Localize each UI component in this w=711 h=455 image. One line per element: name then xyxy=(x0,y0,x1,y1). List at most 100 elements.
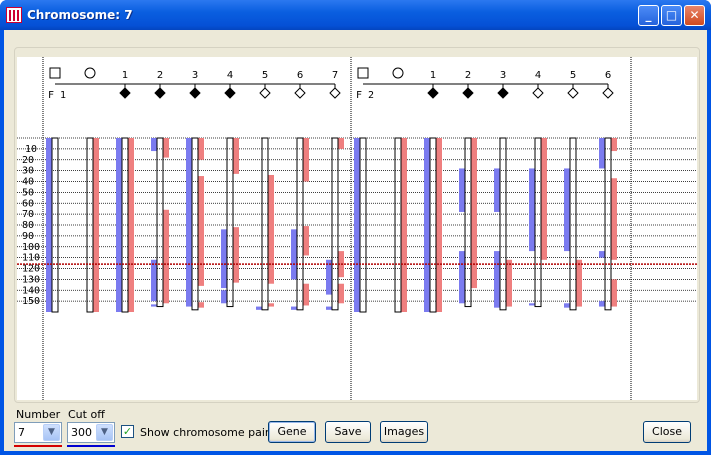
y-tick-label: 80 xyxy=(22,220,34,231)
chromosome-outline xyxy=(331,137,339,311)
affected-diamond-icon xyxy=(119,87,131,99)
member-label: 4 xyxy=(535,70,541,81)
member-label: 1 xyxy=(430,70,436,81)
paternal-segment xyxy=(436,138,442,312)
y-tick-label: 100 xyxy=(22,242,40,253)
paternal-segment xyxy=(233,227,239,283)
y-tick-label: 70 xyxy=(22,209,34,220)
cutoff-label: Cut off xyxy=(68,408,105,421)
male-square-icon xyxy=(357,67,369,79)
maternal-segment xyxy=(291,229,297,280)
unaffected-diamond-icon xyxy=(259,87,271,99)
paternal-segment xyxy=(198,146,204,160)
maternal-segment xyxy=(564,303,570,308)
show-pairs-checkbox[interactable]: ✓ xyxy=(121,425,134,438)
member-label: 2 xyxy=(157,70,163,81)
maternal-segment xyxy=(354,138,360,312)
unaffected-diamond-icon xyxy=(602,87,614,99)
maternal-segment xyxy=(151,138,157,152)
affected-diamond-icon xyxy=(189,87,201,99)
paternal-segment xyxy=(198,302,204,308)
client-area: 10 20 30 40 50 60 70 80 90 100 110 120 130 140 150 F 1 1… xyxy=(4,30,707,451)
maternal-segment xyxy=(221,290,227,304)
member-label: 3 xyxy=(500,70,506,81)
maternal-segment xyxy=(459,168,465,212)
chromosome-outline xyxy=(499,137,507,311)
paternal-segment xyxy=(611,178,617,260)
y-tick-label: 50 xyxy=(22,187,34,198)
unaffected-diamond-icon xyxy=(567,87,579,99)
chevron-down-icon[interactable]: ▼ xyxy=(96,424,113,441)
paternal-segment xyxy=(163,138,169,158)
member-label: 2 xyxy=(465,70,471,81)
maternal-segment xyxy=(326,259,332,295)
paternal-segment xyxy=(128,138,134,312)
chromosome-outline xyxy=(296,137,304,311)
male-square-icon xyxy=(49,67,61,79)
chromosome-outline xyxy=(156,137,164,308)
family-label: F 2 xyxy=(356,90,374,101)
y-tick-label: 60 xyxy=(22,198,34,209)
paternal-segment xyxy=(268,303,274,307)
member-label: 7 xyxy=(332,70,338,81)
chromosome-outline xyxy=(226,137,234,308)
save-button[interactable]: Save xyxy=(325,421,371,443)
chromosome-outline xyxy=(534,137,542,308)
number-label: Number xyxy=(16,408,61,421)
paternal-segment xyxy=(506,259,512,307)
images-button[interactable]: Images xyxy=(380,421,428,443)
affected-diamond-icon xyxy=(427,87,439,99)
number-value: 7 xyxy=(18,426,25,439)
paternal-segment xyxy=(93,138,99,312)
minimize-button[interactable]: _ xyxy=(638,5,659,26)
number-underline xyxy=(14,445,62,447)
paternal-segment xyxy=(471,138,477,289)
paternal-segment xyxy=(338,138,344,149)
y-tick-label: 30 xyxy=(22,166,34,177)
cutoff-value: 300 xyxy=(71,426,92,439)
maternal-segment xyxy=(46,138,52,312)
chromosome-outline xyxy=(569,137,577,311)
title-bar[interactable]: Chromosome: 7 _ □ ✕ xyxy=(0,0,711,30)
maternal-segment xyxy=(529,168,535,252)
chevron-down-icon[interactable]: ▼ xyxy=(43,424,60,441)
member-label: 6 xyxy=(297,70,303,81)
cutoff-select[interactable]: 300 ▼ xyxy=(67,422,115,443)
number-select[interactable]: 7 ▼ xyxy=(14,422,62,443)
chromosome-outline xyxy=(191,137,199,311)
close-button[interactable]: Close xyxy=(643,421,691,443)
chromosome-outline xyxy=(464,137,472,308)
maternal-segment xyxy=(599,301,605,307)
maternal-segment xyxy=(151,304,157,307)
family-label: F 1 xyxy=(48,90,66,101)
unaffected-diamond-icon xyxy=(294,87,306,99)
maternal-segment xyxy=(424,138,430,312)
paternal-segment xyxy=(611,279,617,307)
y-tick-label: 130 xyxy=(22,274,40,285)
paternal-segment xyxy=(303,283,309,306)
paternal-segment xyxy=(541,138,547,260)
paternal-segment xyxy=(303,138,309,182)
affected-diamond-icon xyxy=(497,87,509,99)
paternal-segment xyxy=(233,138,239,174)
cutoff-underline xyxy=(67,445,115,447)
unaffected-diamond-icon xyxy=(329,87,341,99)
close-window-button[interactable]: ✕ xyxy=(684,5,705,26)
maternal-segment xyxy=(599,138,605,169)
maternal-segment xyxy=(221,229,227,289)
paternal-segment xyxy=(576,259,582,307)
affected-diamond-icon xyxy=(154,87,166,99)
affected-diamond-icon xyxy=(224,87,236,99)
y-tick-label: 10 xyxy=(25,144,37,155)
chromosome-window: Chromosome: 7 _ □ ✕ 10 20 30 40 50 60 70 80 90 10… xyxy=(0,0,711,455)
member-label: 5 xyxy=(570,70,576,81)
y-tick-label: 40 xyxy=(22,177,34,188)
maternal-segment xyxy=(151,259,157,302)
gene-button[interactable]: Gene xyxy=(268,421,316,443)
chromosome-chart: 102030405060708090100110120130140150 F 1 1… xyxy=(17,57,697,400)
unaffected-diamond-icon xyxy=(532,87,544,99)
maternal-segment xyxy=(564,168,570,252)
maternal-segment xyxy=(116,138,122,312)
maximize-button[interactable]: □ xyxy=(661,5,682,26)
maternal-segment xyxy=(494,168,500,212)
